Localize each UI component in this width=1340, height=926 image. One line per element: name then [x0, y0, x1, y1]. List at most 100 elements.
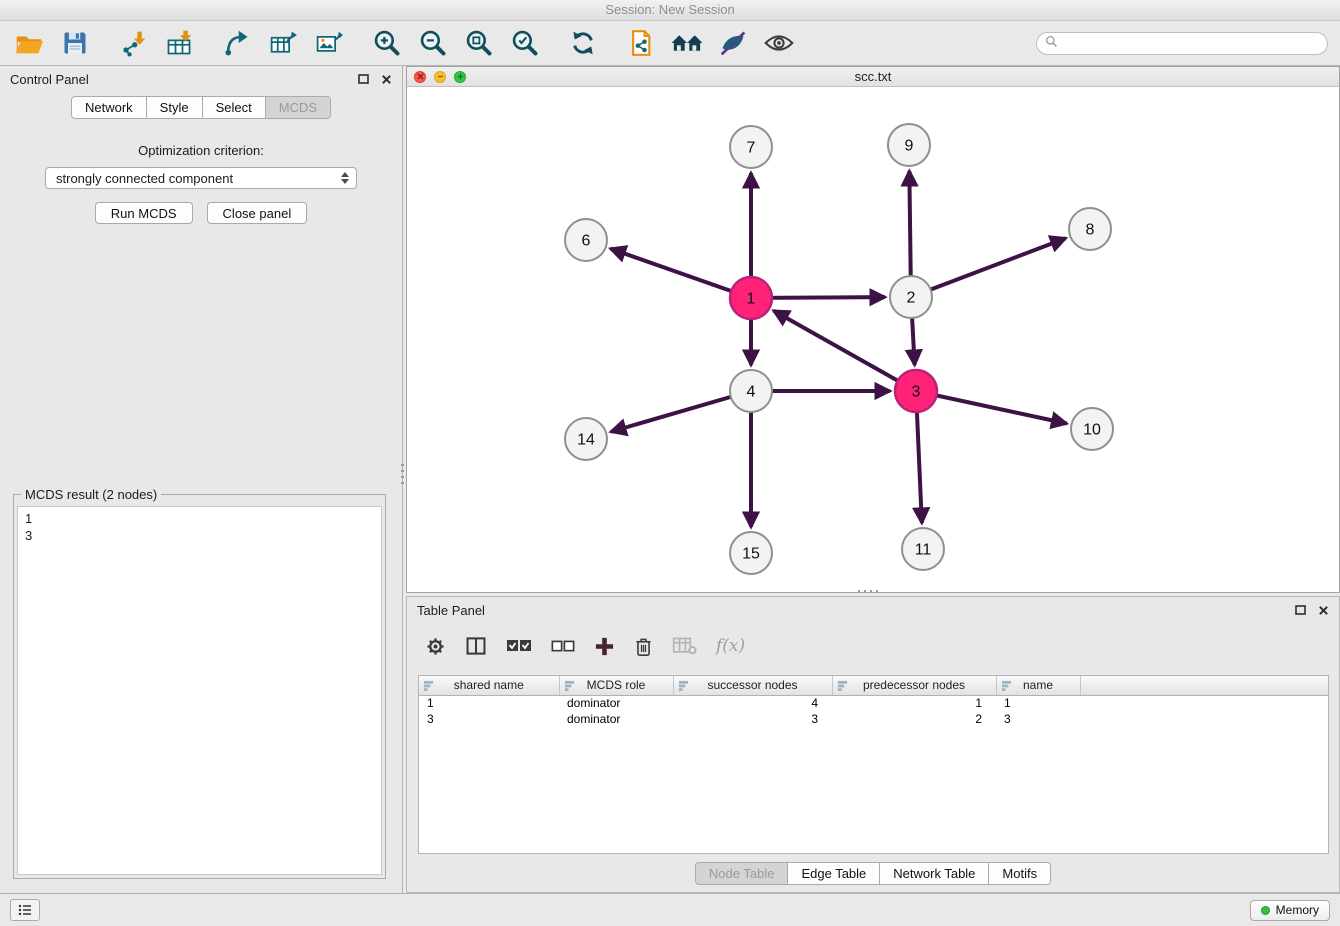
- column-header-successor-nodes[interactable]: successor nodes: [673, 676, 832, 695]
- tab-mcds[interactable]: MCDS: [265, 96, 331, 119]
- zoom-selected-icon[interactable]: [508, 26, 542, 60]
- node-11[interactable]: 11: [902, 528, 944, 570]
- mcds-result-line: 3: [25, 527, 374, 544]
- zoom-tool-group: [370, 26, 542, 60]
- table-settings-gear-icon[interactable]: [425, 636, 446, 657]
- memory-button[interactable]: Memory: [1250, 900, 1330, 921]
- memory-status-dot: [1261, 906, 1270, 915]
- tab-network-table[interactable]: Network Table: [879, 862, 989, 885]
- close-panel-button[interactable]: Close panel: [207, 202, 308, 224]
- horizontal-splitter-handle[interactable]: [858, 590, 882, 593]
- table-row[interactable]: 1dominator411: [419, 695, 1328, 711]
- node-15[interactable]: 15: [730, 532, 772, 574]
- node-14[interactable]: 14: [565, 418, 607, 460]
- control-panel-header: Control Panel: [0, 66, 402, 92]
- node-8[interactable]: 8: [1069, 208, 1111, 250]
- open-file-icon[interactable]: [12, 26, 46, 60]
- dropdown-arrows-icon: [341, 172, 349, 184]
- table-cell-filler: [1080, 711, 1328, 727]
- mcds-result-list[interactable]: 13: [17, 506, 382, 875]
- edge-3-1[interactable]: [774, 311, 916, 391]
- refresh-view-icon[interactable]: [566, 26, 600, 60]
- delete-column-trash-icon[interactable]: [634, 636, 653, 657]
- mcds-result-title: MCDS result (2 nodes): [21, 487, 161, 502]
- style-painter-icon[interactable]: [716, 26, 750, 60]
- edge-1-6[interactable]: [611, 249, 751, 298]
- select-all-icon[interactable]: [506, 638, 532, 654]
- table-cell[interactable]: 3: [996, 711, 1080, 727]
- panel-menu-button[interactable]: [10, 899, 40, 921]
- node-1[interactable]: 1: [730, 277, 772, 319]
- tab-node-table[interactable]: Node Table: [695, 862, 789, 885]
- refresh-tool-group: [566, 26, 600, 60]
- node-label: 9: [905, 138, 914, 155]
- import-network-icon[interactable]: [116, 26, 150, 60]
- tab-network[interactable]: Network: [71, 96, 147, 119]
- node-table: shared nameMCDS role successor nodes prede…: [418, 675, 1329, 854]
- show-columns-icon[interactable]: [465, 635, 487, 657]
- table-cell[interactable]: 1: [996, 695, 1080, 711]
- optimization-dropdown[interactable]: strongly connected component: [45, 167, 357, 189]
- save-session-icon[interactable]: [58, 26, 92, 60]
- delete-table-icon: [672, 636, 697, 656]
- table-row[interactable]: 3dominator323: [419, 711, 1328, 727]
- tab-motifs[interactable]: Motifs: [988, 862, 1051, 885]
- table-cell[interactable]: 3: [419, 711, 559, 727]
- search-input[interactable]: [1063, 36, 1319, 50]
- table-cell[interactable]: 1: [419, 695, 559, 711]
- zoom-out-icon[interactable]: [416, 26, 450, 60]
- node-2[interactable]: 2: [890, 276, 932, 318]
- export-network-icon[interactable]: [220, 26, 254, 60]
- node-label: 11: [915, 542, 932, 559]
- edge-3-10[interactable]: [916, 391, 1067, 424]
- edge-2-8[interactable]: [911, 238, 1066, 297]
- import-tool-group: [116, 26, 196, 60]
- table-cell[interactable]: 1: [832, 695, 996, 711]
- import-table-icon[interactable]: [162, 26, 196, 60]
- close-panel-icon[interactable]: [381, 74, 392, 85]
- tab-edge-table[interactable]: Edge Table: [787, 862, 880, 885]
- network-graph-canvas[interactable]: 7 9 6 8 1 2 4 3 14 10 15 11: [407, 87, 1339, 592]
- column-header-label: successor nodes: [707, 678, 797, 692]
- node-6[interactable]: 6: [565, 219, 607, 261]
- close-table-panel-icon[interactable]: [1318, 605, 1329, 616]
- table-cell[interactable]: dominator: [559, 695, 673, 711]
- export-image-icon[interactable]: [312, 26, 346, 60]
- run-mcds-button[interactable]: Run MCDS: [95, 202, 193, 224]
- column-header-predecessor-nodes[interactable]: predecessor nodes: [832, 676, 996, 695]
- tab-style[interactable]: Style: [146, 96, 203, 119]
- view-tool-group: [624, 26, 796, 60]
- zoom-fit-icon[interactable]: [462, 26, 496, 60]
- memory-button-label: Memory: [1276, 903, 1319, 917]
- session-title: Session: New Session: [605, 2, 734, 17]
- table-cell[interactable]: 2: [832, 711, 996, 727]
- node-9[interactable]: 9: [888, 124, 930, 166]
- node-10[interactable]: 10: [1071, 408, 1113, 450]
- column-header-shared-name[interactable]: shared name: [419, 676, 559, 695]
- table-cell[interactable]: 4: [673, 695, 832, 711]
- column-header-name[interactable]: name: [996, 676, 1080, 695]
- float-panel-icon[interactable]: [358, 74, 369, 84]
- node-3[interactable]: 3: [895, 370, 937, 412]
- node-7[interactable]: 7: [730, 126, 772, 168]
- table-toolbar: f(x): [407, 625, 1339, 667]
- search-box[interactable]: [1036, 32, 1328, 55]
- zoom-in-icon[interactable]: [370, 26, 404, 60]
- table-cell[interactable]: 3: [673, 711, 832, 727]
- deselect-all-icon[interactable]: [551, 639, 575, 654]
- float-table-panel-icon[interactable]: [1295, 605, 1306, 615]
- annotation-icon[interactable]: [624, 26, 658, 60]
- node-label: 2: [907, 290, 916, 307]
- table-cell[interactable]: dominator: [559, 711, 673, 727]
- control-panel-tabs: NetworkStyleSelectMCDS: [0, 96, 402, 119]
- vertical-splitter-handle[interactable]: [401, 464, 404, 488]
- node-4[interactable]: 4: [730, 370, 772, 412]
- tab-select[interactable]: Select: [202, 96, 266, 119]
- add-column-icon[interactable]: [594, 636, 615, 657]
- search-icon: [1045, 35, 1058, 51]
- show-hide-eye-icon[interactable]: [762, 26, 796, 60]
- export-table-icon[interactable]: [266, 26, 300, 60]
- home-icon[interactable]: [670, 26, 704, 60]
- column-header-mcds-role[interactable]: MCDS role: [559, 676, 673, 695]
- mcds-result-box: MCDS result (2 nodes) 13: [13, 494, 386, 879]
